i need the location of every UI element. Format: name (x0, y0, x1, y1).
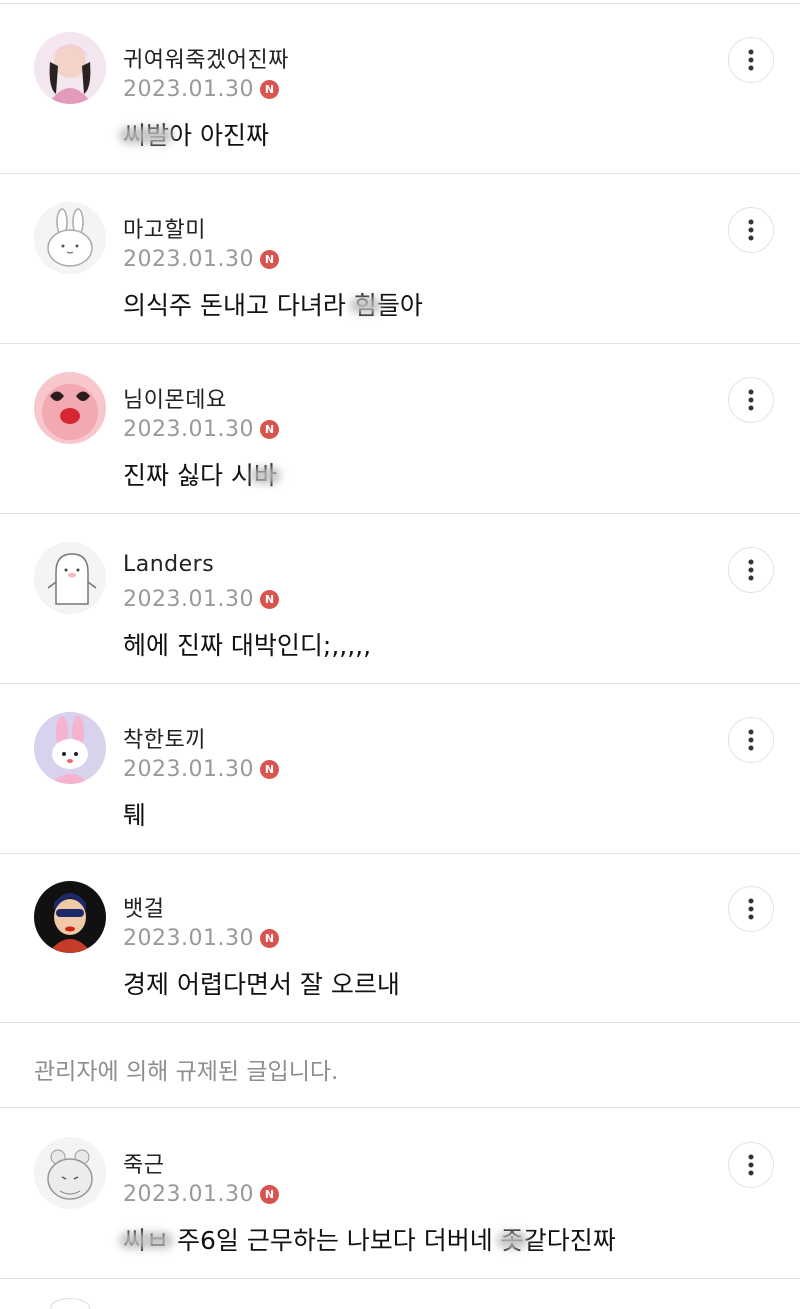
author-name[interactable]: Landers (123, 552, 214, 577)
comment-item: 죽근 2023.01.30 N 씨ㅂ 주6일 근무하는 나보다 더버네 좃같다진… (0, 1109, 800, 1279)
avatar[interactable] (34, 712, 106, 784)
date-row: 2023.01.30 N (123, 74, 279, 104)
comment-item: Landers 2023.01.30 N 헤에 진짜 대박인디;,,,,, (0, 514, 800, 684)
comment-text: 의식주 돈내고 다녀라 힘들아 (123, 286, 423, 322)
more-options-button[interactable] (728, 886, 774, 932)
author-name[interactable]: 착한토끼 (123, 722, 206, 754)
author-name[interactable]: 귀여워죽겠어진짜 (123, 42, 289, 74)
comment-item: 님이몬데요 2023.01.30 N 진짜 싫다 시바 (0, 344, 800, 514)
more-options-button[interactable] (728, 207, 774, 253)
censored-text: 씨ㅂ (123, 1226, 170, 1255)
more-options-button[interactable] (728, 1142, 774, 1188)
more-vertical-icon (748, 389, 754, 411)
new-badge-icon: N (259, 249, 279, 269)
author-name[interactable]: 마고할미 (123, 212, 206, 244)
more-vertical-icon (748, 1154, 754, 1176)
more-vertical-icon (748, 559, 754, 581)
date-row: 2023.01.30 N (123, 923, 279, 953)
moderated-notice-text: 관리자에 의해 규제된 글입니다. (34, 1059, 339, 1085)
censored-text: 바 (253, 461, 277, 490)
avatar[interactable] (34, 542, 106, 614)
new-badge-icon: N (259, 759, 279, 779)
more-vertical-icon (748, 898, 754, 920)
more-vertical-icon (748, 49, 754, 71)
avatar[interactable] (34, 372, 106, 444)
comment-text-part: 같다진짜 (523, 1226, 616, 1255)
comment-text-part: 주6일 근무하는 나보다 더버네 (169, 1226, 501, 1255)
moderated-notice: 관리자에 의해 규제된 글입니다. (0, 1022, 800, 1108)
censored-text: 씨발 (123, 121, 170, 150)
avatar[interactable] (34, 202, 106, 274)
comment-text: 씨ㅂ 주6일 근무하는 나보다 더버네 좃같다진짜 (123, 1221, 616, 1257)
comment-date: 2023.01.30 (123, 416, 254, 442)
comment-text: 경제 어렵다면서 잘 오르내 (123, 970, 400, 999)
more-vertical-icon (748, 219, 754, 241)
comment-date: 2023.01.30 (123, 1181, 254, 1207)
more-options-button[interactable] (728, 547, 774, 593)
avatar[interactable] (34, 32, 106, 104)
date-row: 2023.01.30 N (123, 414, 279, 444)
comment-text: 퉤 (123, 801, 147, 830)
comment-date: 2023.01.30 (123, 246, 254, 272)
comment-text-part: 들아 (376, 291, 423, 320)
comment-date: 2023.01.30 (123, 586, 254, 612)
comment-text-part: 진짜 싫다 시 (123, 461, 254, 490)
more-vertical-icon (748, 729, 754, 751)
comment-text: 헤에 진짜 대박인디;,,,,, (123, 631, 372, 660)
avatar[interactable] (34, 1137, 106, 1209)
comment-text-part: 의식주 돈내고 다녀라 (123, 291, 354, 320)
next-avatar-peek (50, 1298, 90, 1309)
new-badge-icon: N (259, 589, 279, 609)
new-badge-icon: N (259, 928, 279, 948)
author-name[interactable]: 뱃걸 (123, 891, 164, 923)
comment-text: 진짜 싫다 시바 (123, 456, 277, 492)
author-name[interactable]: 죽근 (123, 1147, 164, 1179)
date-row: 2023.01.30 N (123, 754, 279, 784)
more-options-button[interactable] (728, 37, 774, 83)
censored-text: 좃 (500, 1226, 524, 1255)
comment-date: 2023.01.30 (123, 76, 254, 102)
comment-item: 뱃걸 2023.01.30 N 경제 어렵다면서 잘 오르내 (0, 853, 800, 1023)
author-name[interactable]: 님이몬데요 (123, 382, 227, 414)
new-badge-icon: N (259, 419, 279, 439)
comment-date: 2023.01.30 (123, 756, 254, 782)
comment-item: 마고할미 2023.01.30 N 의식주 돈내고 다녀라 힘들아 (0, 174, 800, 344)
comment-date: 2023.01.30 (123, 925, 254, 951)
comment-item: 착한토끼 2023.01.30 N 퉤 (0, 684, 800, 854)
new-badge-icon: N (259, 79, 279, 99)
comment-item: 귀여워죽겠어진짜 2023.01.30 N 씨발아 아진짜 (0, 4, 800, 174)
avatar[interactable] (34, 881, 106, 953)
comment-text: 씨발아 아진짜 (123, 116, 269, 152)
censored-text: 힘 (353, 291, 377, 320)
comment-list: 귀여워죽겠어진짜 2023.01.30 N 씨발아 아진짜 마고할미 2023.… (0, 0, 800, 1309)
more-options-button[interactable] (728, 377, 774, 423)
date-row: 2023.01.30 N (123, 244, 279, 274)
comment-text-part: 아 아진짜 (169, 121, 269, 150)
more-options-button[interactable] (728, 717, 774, 763)
date-row: 2023.01.30 N (123, 1179, 279, 1209)
new-badge-icon: N (259, 1184, 279, 1204)
date-row: 2023.01.30 N (123, 584, 279, 614)
